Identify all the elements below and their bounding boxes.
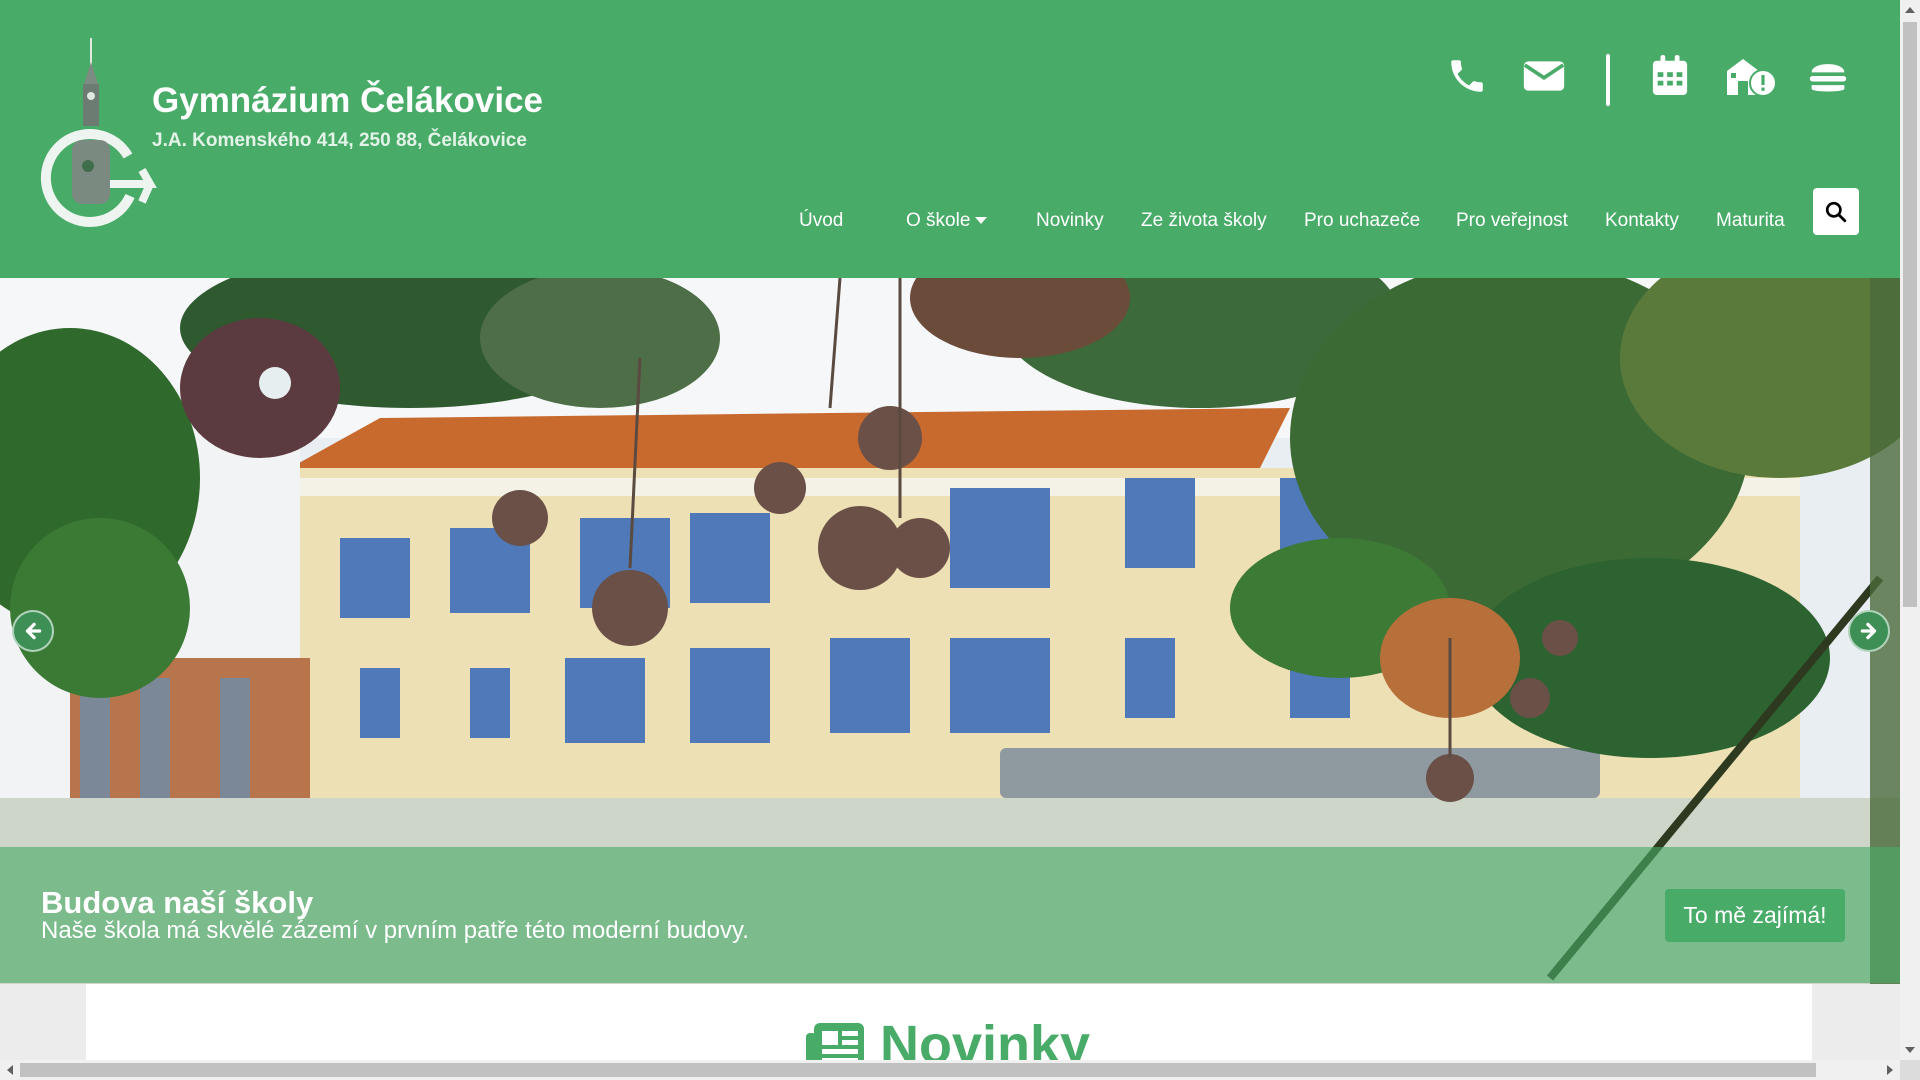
slider-prev-button[interactable]: [12, 610, 54, 652]
school-logo[interactable]: [38, 36, 158, 236]
slide-cta-button[interactable]: To mě zajímá!: [1665, 889, 1845, 942]
nav-item-o-skole[interactable]: O škole: [906, 210, 988, 232]
scroll-up-icon[interactable]: [1905, 7, 1915, 13]
nav-item-label: O škole: [906, 210, 971, 231]
site-title[interactable]: Gymnázium Čelákovice: [152, 81, 543, 121]
search-icon: [1825, 201, 1847, 222]
scrollbar-corner: [1900, 1060, 1920, 1080]
site-address: J.A. Komenského 414, 250 88, Čelákovice: [152, 130, 527, 151]
nav-item-kontakty[interactable]: Kontakty: [1605, 210, 1679, 232]
toolbar-divider: [1606, 54, 1610, 106]
nav-item-novinky[interactable]: Novinky: [1036, 210, 1104, 232]
search-button[interactable]: [1813, 188, 1859, 235]
caret-down-icon: [975, 217, 988, 225]
scroll-right-icon[interactable]: [1887, 1065, 1893, 1075]
vertical-scrollbar-thumb[interactable]: [1903, 22, 1917, 607]
nav-item-uvod[interactable]: Úvod: [799, 210, 843, 232]
nav-item-pro-uchazece[interactable]: Pro uchazeče: [1304, 210, 1420, 232]
phone-icon[interactable]: [1443, 52, 1491, 100]
burger-icon[interactable]: [1804, 52, 1852, 100]
arrow-left-icon: [25, 622, 42, 640]
nav-item-maturita[interactable]: Maturita: [1716, 210, 1785, 232]
arrow-right-icon: [1860, 622, 1877, 640]
slider-next-button[interactable]: [1848, 610, 1890, 652]
nav-item-pro-verejnost[interactable]: Pro veřejnost: [1456, 210, 1568, 232]
slide-caption-title: Budova naší školy: [41, 885, 314, 920]
slide-caption-text: Naše škola má skvělé zázemí v prvním pat…: [41, 917, 749, 944]
school-info-icon[interactable]: [1723, 52, 1779, 100]
scroll-down-icon[interactable]: [1905, 1047, 1915, 1053]
calendar-icon[interactable]: [1646, 52, 1694, 100]
scroll-left-icon[interactable]: [7, 1065, 13, 1075]
envelope-icon[interactable]: [1520, 52, 1568, 100]
horizontal-scrollbar-thumb[interactable]: [20, 1063, 1816, 1077]
nav-item-ze-zivota-skoly[interactable]: Ze života školy: [1141, 210, 1267, 232]
